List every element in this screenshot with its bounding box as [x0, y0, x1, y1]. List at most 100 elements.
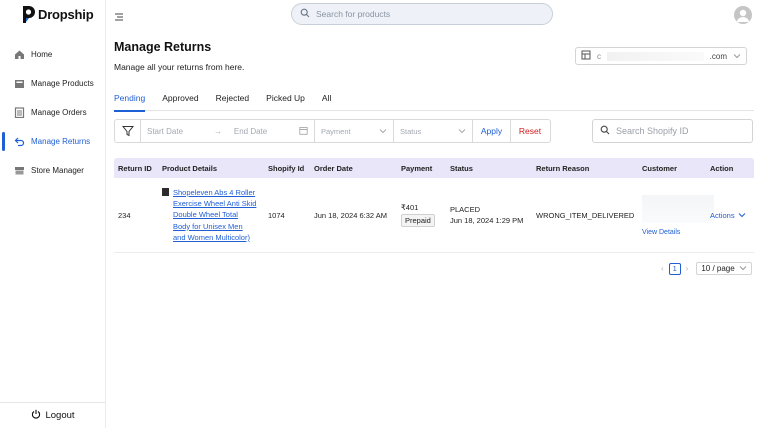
payment-amount: ₹401: [401, 203, 419, 212]
sidebar-item-home[interactable]: Home: [0, 40, 106, 69]
tab-all[interactable]: All: [322, 91, 331, 111]
orders-icon: [14, 107, 25, 118]
column-header-customer: Customer: [642, 163, 678, 173]
payment-filter-select[interactable]: Payment: [315, 120, 394, 142]
sidebar-item-label: Manage Orders: [31, 108, 87, 117]
return-status-tabs: Pending Approved Rejected Picked Up All: [114, 91, 754, 112]
logout-button[interactable]: Logout: [0, 402, 106, 428]
search-icon: [300, 5, 310, 23]
return-id-cell: 234: [118, 210, 131, 220]
column-header-order-date: Order Date: [314, 163, 353, 173]
returns-table: Return ID Product Details Shopify Id Ord…: [114, 158, 754, 253]
sidebar-item-label: Manage Products: [31, 79, 94, 88]
status-text: PLACED: [450, 205, 481, 214]
avatar[interactable]: [734, 6, 752, 24]
store-icon: [14, 165, 25, 176]
arrow-right-icon: →: [214, 126, 223, 136]
pagination: ‹ 1 › 10 / page: [661, 262, 753, 275]
page-subtitle: Manage all your returns from here.: [114, 62, 245, 72]
sidebar-item-manage-orders[interactable]: Manage Orders: [0, 98, 106, 127]
customer-cell: View Details: [638, 194, 714, 236]
table-grid-icon: [581, 50, 591, 62]
tab-pending[interactable]: Pending: [114, 91, 146, 112]
user-icon: [737, 9, 749, 22]
payment-type-badge: Prepaid: [401, 214, 435, 227]
product-thumbnail: [162, 187, 169, 196]
filter-bar: Start Date → End Date Payment Status App: [114, 119, 551, 143]
return-icon: [14, 136, 25, 147]
start-date-field[interactable]: Start Date: [147, 127, 210, 136]
column-header-shopify-id: Shopify Id: [268, 163, 305, 173]
page-size-label: 10 / page: [701, 264, 735, 273]
menu-toggle-icon[interactable]: [114, 9, 124, 21]
logo[interactable]: Dropship: [21, 5, 94, 24]
page-number-current[interactable]: 1: [668, 262, 681, 275]
order-date-cell: Jun 18, 2024 6:32 AM: [314, 210, 387, 220]
product-details-cell: Shopeleven Abs 4 Roller Exercise Wheel A…: [158, 187, 264, 243]
chevron-down-icon: [739, 264, 747, 273]
power-icon: [31, 409, 41, 422]
product-search-box[interactable]: [291, 3, 553, 25]
column-header-product-details: Product Details: [162, 163, 218, 173]
tab-picked-up[interactable]: Picked Up: [266, 91, 305, 111]
page-title: Manage Returns: [114, 40, 212, 54]
filter-icon[interactable]: [115, 120, 141, 142]
shopify-id-search-input[interactable]: [616, 126, 746, 136]
product-search-input[interactable]: [316, 9, 536, 19]
box-icon: [14, 78, 25, 89]
sidebar-item-store-manager[interactable]: Store Manager: [0, 156, 106, 185]
table-row: 234 Shopeleven Abs 4 Roller Exercise Whe…: [114, 178, 754, 253]
store-domain-suffix: .com: [709, 51, 727, 61]
action-cell: Actions: [706, 211, 754, 220]
payment-filter-label: Payment: [321, 126, 351, 136]
brand-name: Dropship: [38, 7, 94, 22]
actions-label: Actions: [710, 210, 735, 220]
chevron-down-icon: [379, 127, 387, 136]
return-reason-cell: WRONG_ITEM_DELIVERED: [536, 210, 635, 220]
tab-approved[interactable]: Approved: [162, 91, 198, 111]
logout-label: Logout: [45, 410, 75, 421]
page-size-select[interactable]: 10 / page: [696, 262, 753, 275]
app: Dropship Home Manage Products Manage Ord…: [0, 0, 760, 428]
status-filter-label: Status: [400, 126, 422, 136]
view-details-link[interactable]: View Details: [642, 229, 706, 236]
actions-dropdown[interactable]: Actions: [710, 211, 754, 220]
date-range-picker[interactable]: Start Date → End Date: [141, 120, 315, 142]
top-bar: [106, 0, 760, 30]
column-header-return-reason: Return Reason: [536, 163, 590, 173]
reset-button[interactable]: Reset: [511, 120, 549, 142]
shopify-id-search-box[interactable]: [592, 119, 753, 143]
column-header-payment: Payment: [401, 163, 433, 173]
apply-button[interactable]: Apply: [473, 120, 511, 142]
sidebar-item-manage-products[interactable]: Manage Products: [0, 69, 106, 98]
sidebar-item-label: Store Manager: [31, 166, 84, 175]
sidebar-item-label: Home: [31, 50, 53, 59]
column-header-action: Action: [710, 163, 734, 173]
store-initial: c: [597, 51, 601, 61]
home-icon: [14, 49, 25, 60]
chevron-down-icon: [458, 127, 466, 136]
store-selector[interactable]: c .com: [575, 47, 747, 65]
table-header: Return ID Product Details Shopify Id Ord…: [114, 158, 754, 178]
sidebar-nav: Home Manage Products Manage Orders Manag…: [0, 40, 106, 185]
column-header-return-id: Return ID: [118, 163, 152, 173]
chevron-down-icon: [738, 211, 746, 220]
payment-cell: ₹401 Prepaid: [397, 203, 446, 227]
sidebar-item-label: Manage Returns: [31, 137, 91, 146]
chevron-down-icon: [733, 52, 741, 61]
store-name-redacted: [607, 51, 704, 61]
next-page-icon[interactable]: ›: [686, 264, 689, 273]
prev-page-icon[interactable]: ‹: [661, 264, 664, 273]
end-date-field[interactable]: End Date: [234, 127, 295, 136]
search-icon: [600, 122, 610, 140]
status-filter-select[interactable]: Status: [394, 120, 473, 142]
sidebar-item-manage-returns[interactable]: Manage Returns: [0, 127, 106, 156]
dropship-logo-icon: [21, 5, 35, 24]
status-cell: PLACED Jun 18, 2024 1:29 PM: [446, 204, 532, 226]
product-link[interactable]: Shopeleven Abs 4 Roller Exercise Wheel A…: [173, 187, 257, 243]
calendar-icon: [299, 126, 308, 137]
status-date: Jun 18, 2024 1:29 PM: [450, 216, 524, 225]
sidebar: Dropship Home Manage Products Manage Ord…: [0, 0, 106, 428]
column-header-status: Status: [450, 163, 473, 173]
tab-rejected[interactable]: Rejected: [216, 91, 250, 111]
